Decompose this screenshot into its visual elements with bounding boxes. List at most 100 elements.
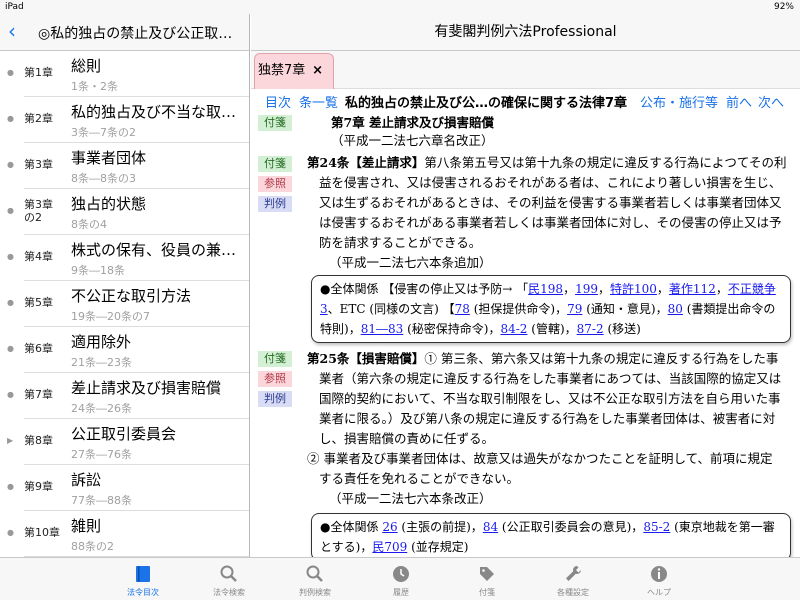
- battery-label: 92%: [773, 2, 794, 12]
- doc-tab-label: 独禁7章: [258, 63, 306, 78]
- article-24-label: 第24条【差止請求】: [307, 155, 425, 170]
- toc-button[interactable]: 目次: [265, 89, 291, 118]
- ref-link[interactable]: 87-2: [577, 322, 604, 336]
- chapter-range: 9条―18条: [71, 264, 125, 277]
- search-icon: [275, 564, 355, 584]
- article-25-note: （平成一二法七六本条改正）: [329, 491, 492, 506]
- chapter-range: 8条―8条の3: [71, 172, 136, 185]
- chapter-range: 88条の2: [71, 540, 114, 553]
- tab-search[interactable]: 判例検索: [275, 558, 355, 601]
- chapter-range: 24条―26条: [71, 402, 132, 415]
- bullet-icon: ●: [7, 68, 14, 77]
- toc-header: ‹ ◎私的独占の禁止及び公正取…: [0, 14, 249, 51]
- chapter-range: 77条―88条: [71, 494, 132, 507]
- ref-link[interactable]: 特許100: [610, 282, 657, 296]
- ref-link[interactable]: 85-2: [643, 520, 670, 534]
- tab-label: 法令検索: [213, 588, 245, 597]
- bullet-icon: ●: [7, 390, 14, 399]
- chapter-number: 第10章: [24, 526, 60, 539]
- bullet-icon: ●: [7, 206, 14, 215]
- ref-link[interactable]: 著作112: [669, 282, 716, 296]
- hanrei-tag[interactable]: 判例: [258, 196, 292, 212]
- chapter-number: 第8章: [24, 434, 53, 447]
- close-icon[interactable]: ×: [312, 54, 323, 88]
- tab-book[interactable]: 法令目次: [103, 558, 183, 601]
- tab-info[interactable]: ヘルプ: [619, 558, 699, 601]
- cross-ref-text: (担保提供命令): [473, 302, 556, 316]
- chapter-item[interactable]: ● 第7章 差止請求及び損害賠償 24条―26条: [0, 373, 249, 419]
- chapter-number: 第2章: [24, 112, 53, 125]
- cross-ref-box-25: ●全体関係 26 (主張の前提)，84 (公正取引委員会の意見)，85-2 (東…: [311, 513, 791, 557]
- sansho-tag[interactable]: 参照: [258, 176, 292, 192]
- article-24-line: 又は生ずるおそれがあるときは、その利益を侵害する事業者若しくは事業者団体又: [319, 195, 782, 210]
- tab-tag[interactable]: 付箋: [447, 558, 527, 601]
- doc-tab-bar: 独禁7章 ×: [251, 51, 800, 89]
- chapter-item[interactable]: ● 第1章 総則 1条・2条: [0, 51, 249, 97]
- ref-link[interactable]: 80: [668, 302, 683, 316]
- chapter-number: 第3章の2: [24, 198, 53, 224]
- chapter-number: 第9章: [24, 480, 53, 493]
- tab-label: 各種設定: [557, 588, 589, 597]
- cross-ref-head: ●全体関係 【侵害の停止又は予防→ 「: [320, 282, 529, 296]
- tab-label: 判例検索: [299, 588, 331, 597]
- cross-ref-box-24: ●全体関係 【侵害の停止又は予防→ 「民198，199，特許100，著作112，…: [311, 275, 791, 343]
- fusen-tag[interactable]: 付箋: [258, 351, 292, 367]
- article-24-line: は侵害するおそれがある事業者若しくは事業者団体に対し、その侵害の停止又は予: [319, 215, 782, 230]
- ref-link[interactable]: 78: [455, 302, 470, 316]
- chapter-range: 27条―76条: [71, 448, 132, 461]
- ref-link[interactable]: 民198: [528, 282, 563, 296]
- ref-link[interactable]: 199: [575, 282, 598, 296]
- chapter-item[interactable]: ● 第3章 事業者団体 8条―8条の3: [0, 143, 249, 189]
- chapter-item[interactable]: ● 第10章 雑則 88条の2: [0, 511, 249, 557]
- article-25-line: する責任を免れることができない。: [319, 471, 520, 486]
- tag-icon: [447, 564, 527, 584]
- chapter-number: 第3章: [24, 158, 53, 171]
- chapter-title: 雑則: [71, 517, 102, 535]
- chapter-number: 第7章: [24, 388, 53, 401]
- sansho-tag[interactable]: 参照: [258, 371, 292, 387]
- chapter-range: 19条―20条の7: [71, 310, 150, 323]
- chapter-title: 訴訟: [71, 471, 102, 489]
- article-25-label: 第25条【損害賠償】: [307, 351, 425, 366]
- chapter-item[interactable]: ● 第5章 不公正な取引方法 19条―20条の7: [0, 281, 249, 327]
- chapter-title: 私的独占及び不当な取…: [71, 103, 237, 121]
- chapter-note: （平成一二法七六章名改正）: [331, 133, 494, 148]
- ref-link[interactable]: 民709: [372, 540, 407, 554]
- back-icon[interactable]: ‹: [8, 20, 16, 42]
- wrench-icon: [533, 564, 613, 584]
- cross-ref-text: (秘密保持命令): [407, 322, 489, 336]
- fusen-tag[interactable]: 付箋: [258, 115, 292, 131]
- hanrei-tag[interactable]: 判例: [258, 391, 292, 407]
- tab-label: 法令目次: [127, 588, 159, 597]
- chapter-number: 第1章: [24, 66, 53, 79]
- cross-ref-text: (通知・意見): [586, 302, 656, 316]
- chapter-item[interactable]: ▶ 第8章 公正取引委員会 27条―76条: [0, 419, 249, 465]
- article-25-text: ① 第三条、第六条又は第十九条の規定に違反する行為をした事: [424, 351, 779, 366]
- article-24-text: 第八条第五号又は第十九条の規定に違反する行為によつてその利: [424, 155, 787, 170]
- ref-link[interactable]: 26: [382, 520, 397, 534]
- chapter-item[interactable]: ● 第9章 訴訟 77条―88条: [0, 465, 249, 511]
- toc-panel: ‹ ◎私的独占の禁止及び公正取… ● 第1章 総則 1条・2条 ● 第2章 私的独占及び不当…: [0, 14, 250, 557]
- fusen-tag[interactable]: 付箋: [258, 156, 292, 172]
- chapter-title: 公正取引委員会: [71, 425, 177, 443]
- chapter-number: 第4章: [24, 250, 53, 263]
- tab-wrench[interactable]: 各種設定: [533, 558, 613, 601]
- tab-clock[interactable]: 履歴: [361, 558, 441, 601]
- search-icon: [189, 564, 269, 584]
- tab-search[interactable]: 法令検索: [189, 558, 269, 601]
- chapter-item[interactable]: ● 第4章 株式の保有、役員の兼… 9条―18条: [0, 235, 249, 281]
- doc-tab[interactable]: 独禁7章 ×: [254, 53, 334, 89]
- chapter-number: 第5章: [24, 296, 53, 309]
- ref-link[interactable]: 84-2: [500, 322, 527, 336]
- bottom-tab-bar: 法令目次 法令検索 判例検索 履歴 付箋 各種設定 ヘルプ: [0, 557, 800, 600]
- chapter-number: 第6章: [24, 342, 53, 355]
- chapter-item[interactable]: ● 第2章 私的独占及び不当な取… 3条―7条の2: [0, 97, 249, 143]
- ref-link[interactable]: 79: [567, 302, 582, 316]
- chapter-item[interactable]: ● 第6章 適用除外 21条―23条: [0, 327, 249, 373]
- info-icon: [619, 564, 699, 584]
- chapter-title: 株式の保有、役員の兼…: [71, 241, 237, 259]
- chapter-item[interactable]: ● 第3章の2 独占的状態 8条の4: [0, 189, 249, 235]
- cross-ref-text: (管轄): [531, 322, 565, 336]
- ref-link[interactable]: 84: [483, 520, 498, 534]
- ref-link[interactable]: 81―83: [361, 322, 404, 336]
